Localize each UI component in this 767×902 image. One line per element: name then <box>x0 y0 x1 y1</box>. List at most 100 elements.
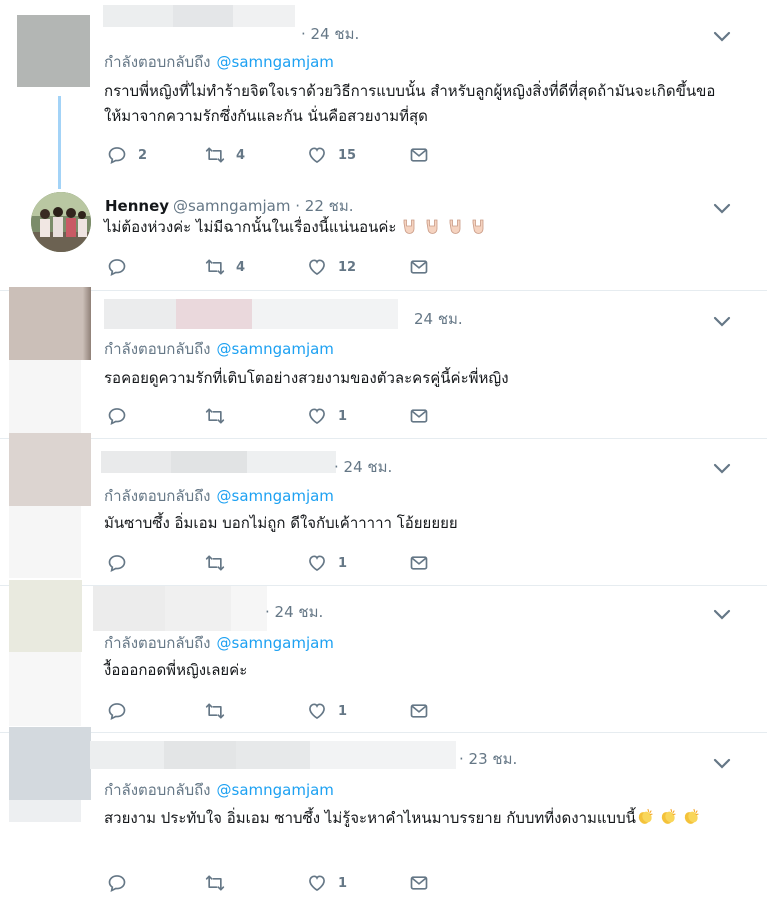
heart-icon <box>306 257 328 277</box>
tweet-actions: 2 4 15 <box>106 145 436 165</box>
reply-count: 2 <box>138 147 148 163</box>
author-name-blurred[interactable] <box>103 5 295 27</box>
tweet-timestamp[interactable]: 24 ชม. <box>414 307 463 331</box>
like-button[interactable]: 12 <box>306 257 356 277</box>
tweet-text: งื้อออกอดพี่หญิงเลยค่ะ <box>104 661 248 679</box>
retweet-button[interactable] <box>204 701 236 721</box>
avatar-blur-lower <box>9 652 81 726</box>
reply-button[interactable] <box>106 873 138 893</box>
avatar[interactable] <box>9 287 91 360</box>
like-button[interactable]: 1 <box>306 701 347 721</box>
chevron-down-icon[interactable] <box>713 200 731 212</box>
retweet-button[interactable] <box>204 873 236 893</box>
reply-button[interactable] <box>106 257 138 277</box>
like-button[interactable]: 1 <box>306 873 347 893</box>
reply-button[interactable]: 2 <box>106 145 147 165</box>
dm-button[interactable] <box>408 145 430 165</box>
reply-handle-link[interactable]: @samngamjam <box>217 634 334 652</box>
retweet-count: 4 <box>236 259 246 275</box>
reply-button[interactable] <box>106 406 138 426</box>
chevron-down-icon[interactable] <box>713 313 731 325</box>
replying-to: กำลังตอบกลับถึง @samngamjam <box>104 778 334 802</box>
envelope-icon <box>408 145 430 165</box>
reply-tweet: · 24 ชม. กำลังตอบกลับถึง @samngamjam งื้อ… <box>0 580 767 732</box>
love-you-gesture-icon <box>424 217 442 235</box>
chevron-down-icon[interactable] <box>713 606 731 618</box>
tweet-timestamp[interactable]: · 24 ชม. <box>301 22 359 46</box>
retweet-button[interactable] <box>204 406 236 426</box>
replying-to-label: กำลังตอบกลับถึง <box>104 634 211 652</box>
reply-bubble-icon <box>106 257 128 277</box>
tweet-actions: 1 <box>106 406 436 426</box>
envelope-icon <box>408 553 430 573</box>
reply-button[interactable] <box>106 701 138 721</box>
like-button[interactable]: 1 <box>306 553 347 573</box>
author-name[interactable]: Henney <box>105 197 169 215</box>
dm-button[interactable] <box>408 701 430 721</box>
chevron-down-icon[interactable] <box>713 460 731 472</box>
author-handle[interactable]: @samngamjam <box>173 197 290 215</box>
avatar[interactable] <box>17 15 90 87</box>
avatar[interactable] <box>31 192 91 252</box>
envelope-icon <box>408 257 430 277</box>
tweet-actions: 4 12 <box>106 257 436 277</box>
avatar[interactable] <box>9 580 82 652</box>
reply-handle-link[interactable]: @samngamjam <box>217 487 334 505</box>
tweet-text-container: สวยงาม ประทับใจ อิ่มเอม ซาบซึ้ง ไม่รู้จะ… <box>104 806 722 831</box>
author-name-blurred[interactable] <box>93 586 267 631</box>
avatar[interactable] <box>9 433 91 506</box>
like-button[interactable]: 15 <box>306 145 356 165</box>
reply-button[interactable] <box>106 553 138 573</box>
reply-handle-link[interactable]: @samngamjam <box>217 781 334 799</box>
chevron-down-icon[interactable] <box>713 28 731 40</box>
dm-button[interactable] <box>408 257 430 277</box>
heart-icon <box>306 873 328 893</box>
tweet-timestamp[interactable]: · 24 ชม. <box>265 600 323 624</box>
like-count: 1 <box>338 875 348 891</box>
retweet-button[interactable]: 4 <box>204 257 245 277</box>
avatar-blur-lower <box>9 506 81 578</box>
reply-handle-link[interactable]: @samngamjam <box>217 53 334 71</box>
tweet-timestamp[interactable]: · 23 ชม. <box>459 747 517 771</box>
reply-tweet: · 23 ชม. กำลังตอบกลับถึง @samngamjam สวยง… <box>0 727 767 902</box>
author-name-blurred[interactable] <box>101 451 336 473</box>
retweet-button[interactable] <box>204 553 236 573</box>
tweet-text: กราบพี่หญิงที่ไม่ทำร้ายจิตใจเราด้วยวิธีก… <box>104 82 716 125</box>
avatar-photo <box>31 192 91 252</box>
like-count: 1 <box>338 703 348 719</box>
replying-to: กำลังตอบกลับถึง @samngamjam <box>104 631 334 655</box>
author-name-blurred[interactable] <box>104 299 398 329</box>
reply-tweet: · 24 ชม. กำลังตอบกลับถึง @samngamjam กราบ… <box>0 0 767 178</box>
retweet-icon <box>204 553 226 573</box>
avatar-blur-lower <box>9 360 81 434</box>
replying-to: กำลังตอบกลับถึง @samngamjam <box>104 484 334 508</box>
dm-button[interactable] <box>408 406 430 426</box>
reply-bubble-icon <box>106 553 128 573</box>
replying-to-label: กำลังตอบกลับถึง <box>104 53 211 71</box>
dm-button[interactable] <box>408 873 430 893</box>
heart-icon <box>306 701 328 721</box>
reply-tweet: Henney @samngamjam · 22 ชม. ไม่ต้องห่วงค่… <box>0 178 767 290</box>
reply-bubble-icon <box>106 873 128 893</box>
avatar[interactable] <box>9 727 91 800</box>
clapping-hands-icon <box>682 808 700 826</box>
love-you-gesture-icon <box>401 217 419 235</box>
reply-bubble-icon <box>106 701 128 721</box>
like-count: 1 <box>338 408 348 424</box>
tweet-timestamp[interactable]: · 24 ชม. <box>334 455 392 479</box>
tweet-text: มันซาบซึ้ง อิ่มเอม บอกไม่ถูก ดีใจกับเค้า… <box>104 514 458 532</box>
dm-button[interactable] <box>408 553 430 573</box>
tweet-text: สวยงาม ประทับใจ อิ่มเอม ซาบซึ้ง ไม่รู้จะ… <box>104 809 636 827</box>
author-name-blurred[interactable] <box>90 741 456 769</box>
like-button[interactable]: 1 <box>306 406 347 426</box>
chevron-down-icon[interactable] <box>713 755 731 767</box>
replying-to: กำลังตอบกลับถึง @samngamjam <box>104 337 334 361</box>
replying-to-label: กำลังตอบกลับถึง <box>104 340 211 358</box>
heart-icon <box>306 145 328 165</box>
retweet-button[interactable]: 4 <box>204 145 245 165</box>
reply-handle-link[interactable]: @samngamjam <box>217 340 334 358</box>
tweet-timestamp[interactable]: · 22 ชม. <box>295 197 353 215</box>
tweet-actions: 1 <box>106 873 436 893</box>
envelope-icon <box>408 873 430 893</box>
like-count: 1 <box>338 555 348 571</box>
